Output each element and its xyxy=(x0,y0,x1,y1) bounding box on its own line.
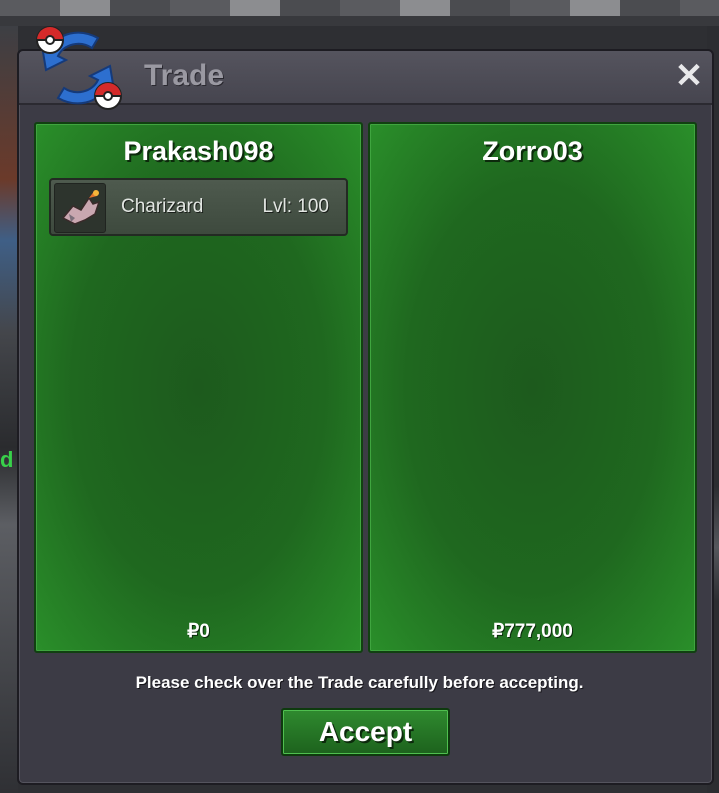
pokeball-icon xyxy=(94,82,122,110)
game-background-text: d xyxy=(0,447,14,472)
pokemon-name: Charizard xyxy=(121,196,204,217)
window-title: Trade xyxy=(144,59,225,92)
trade-swap-icon xyxy=(36,26,122,110)
trade-panel-partner: Zorro03 ₽777,000 xyxy=(368,122,697,653)
trade-panel-self: Prakash098 Charizard Lvl: 100 ₽0 xyxy=(34,122,363,653)
money-offer: ₽0 xyxy=(187,621,210,642)
trade-notice: Please check over the Trade carefully be… xyxy=(135,673,584,692)
pokemon-level: Lvl: 100 xyxy=(262,196,329,217)
charizard-sprite-icon xyxy=(54,183,106,233)
trade-item[interactable]: Charizard Lvl: 100 xyxy=(49,178,348,236)
close-icon[interactable]: ✕ xyxy=(672,59,706,93)
player-name: Prakash098 xyxy=(123,136,274,166)
accept-button[interactable]: Accept xyxy=(281,708,450,756)
player-name: Zorro03 xyxy=(482,136,583,166)
pokeball-icon xyxy=(36,26,64,54)
money-offer: ₽777,000 xyxy=(492,621,573,642)
